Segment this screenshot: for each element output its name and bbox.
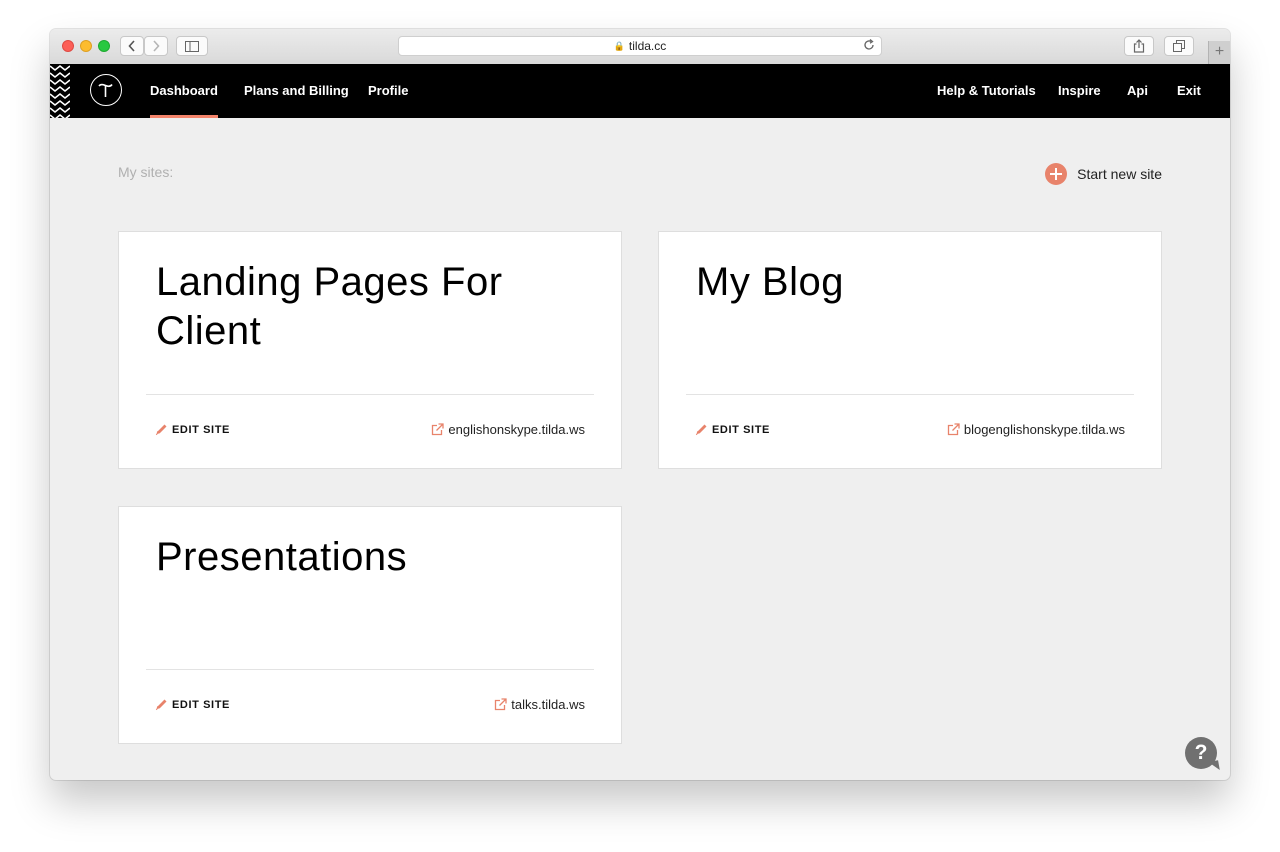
browser-toolbar: 🔒 tilda.cc + — [50, 29, 1230, 65]
external-link-icon — [947, 423, 960, 436]
my-sites-label: My sites: — [118, 164, 174, 180]
site-card[interactable]: My Blog EDIT SITE blogenglishonskype.til… — [658, 231, 1162, 469]
chevron-right-icon — [153, 40, 160, 52]
pencil-icon — [155, 699, 167, 711]
external-link-icon — [495, 698, 507, 711]
pencil-icon — [155, 424, 167, 436]
back-button[interactable] — [120, 36, 144, 56]
nav-profile[interactable]: Profile — [368, 64, 408, 118]
site-url: englishonskype.tilda.ws — [448, 422, 585, 437]
share-button[interactable] — [1124, 36, 1154, 56]
site-title[interactable]: Landing Pages For Client — [156, 258, 576, 356]
browser-window: 🔒 tilda.cc + Dashboard Plans and Billing… — [50, 29, 1230, 780]
site-url: talks.tilda.ws — [511, 697, 585, 712]
top-navigation: Dashboard Plans and Billing Profile Help… — [50, 64, 1230, 118]
reload-icon[interactable] — [863, 39, 875, 54]
tabs-icon — [1173, 40, 1185, 52]
card-divider — [146, 669, 594, 670]
forward-button[interactable] — [144, 36, 168, 56]
edit-site-label: EDIT SITE — [712, 423, 770, 436]
site-title[interactable]: Presentations — [156, 533, 576, 582]
plus-circle-icon — [1045, 163, 1068, 185]
site-url-link[interactable]: englishonskype.tilda.ws — [431, 422, 585, 437]
site-card[interactable]: Landing Pages For Client EDIT SITE engli… — [118, 231, 622, 469]
site-title[interactable]: My Blog — [696, 258, 1116, 307]
site-url: blogenglishonskype.tilda.ws — [963, 422, 1125, 437]
zigzag-pattern-icon — [50, 64, 70, 118]
minimize-window-button[interactable] — [80, 40, 92, 52]
zoom-window-button[interactable] — [98, 40, 110, 52]
edit-site-label: EDIT SITE — [172, 698, 230, 711]
url-text: tilda.cc — [628, 39, 667, 53]
edit-site-link[interactable]: EDIT SITE — [155, 423, 230, 436]
new-tab-button[interactable]: + — [1208, 41, 1230, 64]
nav-help-tutorials[interactable]: Help & Tutorials — [937, 64, 1036, 118]
tilda-logo-icon[interactable] — [90, 74, 122, 106]
edit-site-link[interactable]: EDIT SITE — [155, 698, 230, 711]
site-card[interactable]: Presentations EDIT SITE talks.tilda.ws — [118, 506, 622, 744]
site-url-link[interactable]: talks.tilda.ws — [494, 697, 585, 712]
nav-plans-and-billing[interactable]: Plans and Billing — [244, 64, 349, 118]
close-window-button[interactable] — [62, 40, 74, 52]
share-icon — [1133, 39, 1145, 53]
nav-inspire[interactable]: Inspire — [1058, 64, 1101, 118]
site-url-link[interactable]: blogenglishonskype.tilda.ws — [947, 422, 1125, 437]
address-bar[interactable]: 🔒 tilda.cc — [398, 36, 882, 56]
sidebar-icon — [185, 40, 199, 52]
edit-site-label: EDIT SITE — [172, 423, 230, 436]
lock-icon: 🔒 — [613, 40, 625, 51]
edit-site-link[interactable]: EDIT SITE — [695, 423, 770, 436]
card-divider — [686, 394, 1134, 395]
help-chat-button[interactable]: ? — [1185, 737, 1217, 769]
sidebar-toggle-button[interactable] — [176, 36, 208, 56]
nav-exit[interactable]: Exit — [1177, 64, 1201, 118]
card-divider — [146, 394, 594, 395]
nav-api[interactable]: Api — [1127, 64, 1148, 118]
start-new-site-label: Start new site — [1077, 166, 1162, 182]
pencil-icon — [695, 424, 707, 436]
nav-dashboard[interactable]: Dashboard — [150, 64, 218, 118]
external-link-icon — [432, 423, 445, 436]
start-new-site-button[interactable]: Start new site — [1045, 162, 1162, 186]
chevron-left-icon — [128, 40, 135, 52]
tabs-overview-button[interactable] — [1164, 36, 1194, 56]
